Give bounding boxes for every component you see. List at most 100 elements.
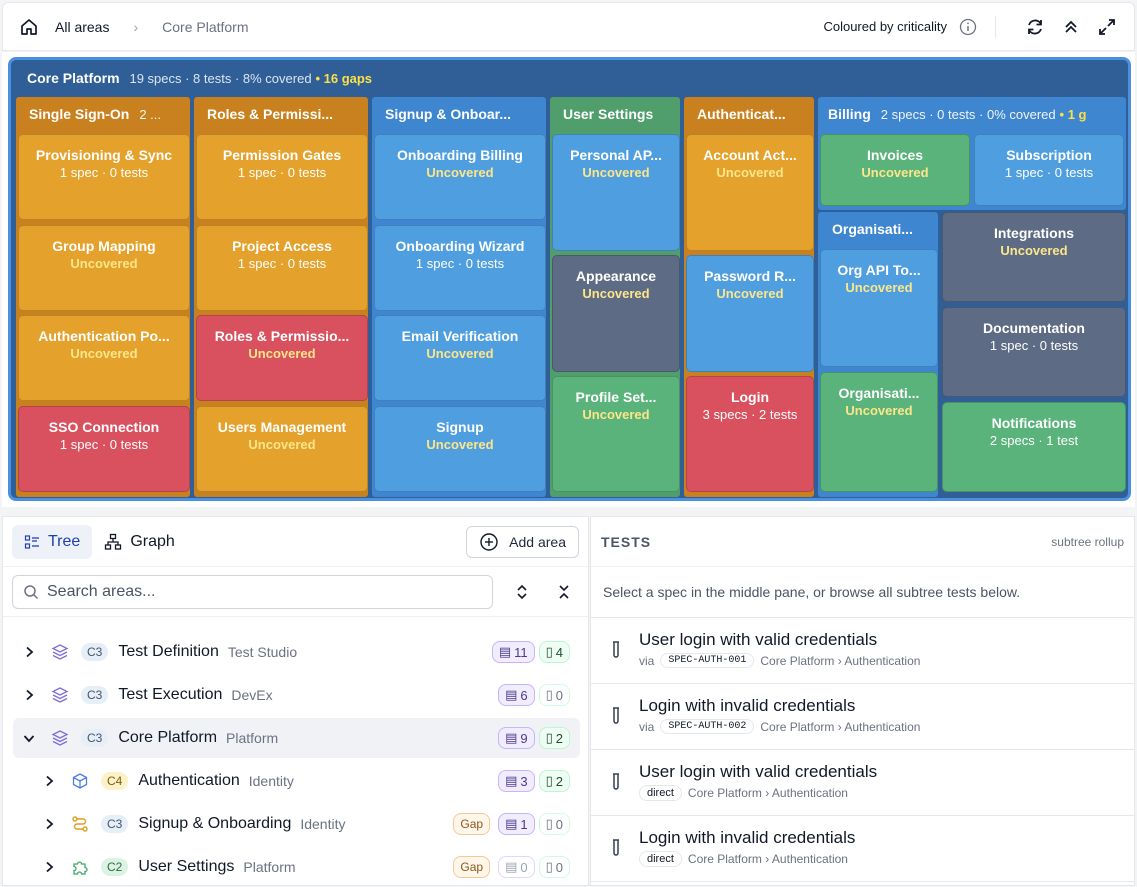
test-item[interactable]: User login with valid credentials direct… xyxy=(591,750,1134,816)
gap-badge: Gap xyxy=(453,856,491,878)
tile-personal-api[interactable]: Personal AP... Uncovered xyxy=(552,134,680,251)
test-item[interactable]: Login with invalid credentials direct Cor… xyxy=(591,816,1134,882)
test-title: Login with invalid credentials xyxy=(639,696,856,715)
tile-name: Account Act... xyxy=(703,147,797,163)
test-count-badge: ▯ 0 xyxy=(538,856,570,878)
tile-users-management[interactable]: Users Management Uncovered xyxy=(196,406,368,492)
rollup-label: subtree rollup xyxy=(1051,534,1124,549)
tab-graph[interactable]: Graph xyxy=(92,525,186,559)
tile-profile-settings[interactable]: Profile Set... Uncovered xyxy=(552,376,680,492)
document-icon: ▤ xyxy=(505,859,518,874)
tile-name: Profile Set... xyxy=(575,389,657,405)
document-icon: ▤ xyxy=(505,773,518,788)
tree-row-name: Core Platform xyxy=(118,729,218,746)
test-item[interactable]: Login with invalid credentials via SPEC-A… xyxy=(591,684,1134,750)
tile-password-reset[interactable]: Password R... Uncovered xyxy=(686,255,814,372)
tree-row[interactable]: C2 User Settings Platform Gap ▤ 0 ▯ 0 xyxy=(13,847,580,887)
chevron-right-icon[interactable] xyxy=(21,687,37,703)
tile-status: Uncovered xyxy=(426,437,494,452)
direct-badge: direct xyxy=(639,785,682,801)
tile-name: Password R... xyxy=(704,268,796,284)
tile-onboarding-wizard[interactable]: Onboarding Wizard 1 spec · 0 tests xyxy=(374,225,546,311)
tile-roles-permissions[interactable]: Roles & Permissio... Uncovered xyxy=(196,315,368,401)
search-input[interactable] xyxy=(47,582,482,601)
tile-name: Organisati... xyxy=(838,385,920,401)
spec-id-pill[interactable]: SPEC-AUTH-001 xyxy=(660,653,755,668)
tile-authentication-policy[interactable]: Authentication Po... Uncovered xyxy=(18,315,190,401)
chevron-right-icon: › xyxy=(133,18,139,35)
test-tube-icon: ▯ xyxy=(545,687,553,702)
tile-status: 3 specs · 2 tests xyxy=(702,407,798,422)
tile-status: Uncovered xyxy=(861,165,929,180)
tile-organisation-settings[interactable]: Organisati... Uncovered xyxy=(820,372,938,492)
tile-org-api-tokens[interactable]: Org API To... Uncovered xyxy=(820,249,938,367)
tile-signup[interactable]: Signup Uncovered xyxy=(374,406,546,492)
tests-header: TESTS xyxy=(601,533,652,550)
tile-project-access[interactable]: Project Access 1 spec · 0 tests xyxy=(196,225,368,311)
tile-documentation[interactable]: Documentation 1 spec · 0 tests xyxy=(942,307,1126,397)
document-icon: ▤ xyxy=(505,730,518,745)
tile-status: Uncovered xyxy=(582,286,650,301)
treemap[interactable]: Core Platform 19 specs · 8 tests · 8% co… xyxy=(8,57,1131,501)
chevron-down-icon[interactable] xyxy=(21,730,37,746)
group-title: Roles & Permissi... xyxy=(207,106,334,122)
tile-account-activation[interactable]: Account Act... Uncovered xyxy=(686,134,814,251)
criticality-badge: C4 xyxy=(101,772,129,790)
tile-status: 1 spec · 0 tests xyxy=(415,256,505,271)
tree-row-name: Test Definition xyxy=(118,643,219,660)
test-path: Core Platform › Authentication xyxy=(760,653,921,668)
tile-status: Uncovered xyxy=(716,165,784,180)
tile-subscription[interactable]: Subscription 1 spec · 0 tests xyxy=(974,134,1124,206)
tree-row[interactable]: C3 Signup & Onboarding Identity Gap ▤ 1 ▯… xyxy=(13,804,580,844)
search-icon xyxy=(23,584,39,600)
tile-group-mapping[interactable]: Group Mapping Uncovered xyxy=(18,225,190,311)
tree-row[interactable]: C3 Test Execution DevEx ▤ 6 ▯ 0 xyxy=(13,675,580,715)
tile-integrations[interactable]: Integrations Uncovered xyxy=(942,212,1126,302)
tree-row-selected[interactable]: C3 Core Platform Platform ▤ 9 ▯ 2 xyxy=(13,718,580,758)
tile-appearance[interactable]: Appearance Uncovered xyxy=(552,255,680,372)
tile-onboarding-billing[interactable]: Onboarding Billing Uncovered xyxy=(374,134,546,220)
tile-invoices[interactable]: Invoices Uncovered xyxy=(820,134,970,206)
tile-permission-gates[interactable]: Permission Gates 1 spec · 0 tests xyxy=(196,134,368,220)
tree-row[interactable]: C4 Authentication Identity ▤ 3 ▯ 2 xyxy=(13,761,580,801)
group-title: User Settings xyxy=(563,106,654,122)
criticality-badge: C3 xyxy=(81,643,109,661)
tile-login[interactable]: Login 3 specs · 2 tests xyxy=(686,376,814,492)
tree-row-owner: Identity xyxy=(248,773,294,789)
add-area-button[interactable]: Add area xyxy=(466,525,579,558)
tile-email-verification[interactable]: Email Verification Uncovered xyxy=(374,315,546,401)
document-icon: ▤ xyxy=(505,687,518,702)
test-tube-icon xyxy=(609,706,623,726)
chevron-right-icon[interactable] xyxy=(21,644,37,660)
tree-row-name: Authentication xyxy=(138,772,240,789)
tile-sso-connection[interactable]: SSO Connection 1 spec · 0 tests xyxy=(18,406,190,492)
collapse-up-icon[interactable] xyxy=(1060,16,1082,38)
gap-badge: Gap xyxy=(453,813,491,835)
collapse-all-icon[interactable] xyxy=(551,579,577,605)
tile-notifications[interactable]: Notifications 2 specs · 1 test xyxy=(942,402,1126,492)
tab-tree[interactable]: Tree xyxy=(12,524,93,559)
document-icon: ▤ xyxy=(505,816,518,831)
expand-icon[interactable] xyxy=(1096,16,1118,38)
tree-row[interactable]: C3 Test Definition Test Studio ▤ 11 ▯ 4 xyxy=(13,632,580,672)
spec-id-pill[interactable]: SPEC-AUTH-002 xyxy=(660,719,755,734)
test-item[interactable]: User login with valid credentials via SPE… xyxy=(591,618,1134,684)
tile-name: Email Verification xyxy=(401,328,519,344)
criticality-badge: C3 xyxy=(81,686,109,704)
info-icon[interactable] xyxy=(959,18,977,36)
chevron-right-icon[interactable] xyxy=(41,773,57,789)
breadcrumb-all-areas[interactable]: All areas xyxy=(55,19,109,35)
tile-status: Uncovered xyxy=(248,437,316,452)
home-icon[interactable] xyxy=(19,17,39,37)
graph-icon xyxy=(104,533,122,551)
expand-all-icon[interactable] xyxy=(509,579,535,605)
tile-status: Uncovered xyxy=(426,346,494,361)
tile-status: Uncovered xyxy=(582,165,650,180)
tile-status: 1 spec · 0 tests xyxy=(1004,165,1094,180)
refresh-icon[interactable] xyxy=(1024,16,1046,38)
tile-name: Project Access xyxy=(232,238,332,254)
chevron-right-icon[interactable] xyxy=(41,859,57,875)
tile-provisioning-sync[interactable]: Provisioning & Sync 1 spec · 0 tests xyxy=(18,134,190,220)
chevron-right-icon[interactable] xyxy=(41,816,57,832)
layers-icon xyxy=(51,729,69,747)
